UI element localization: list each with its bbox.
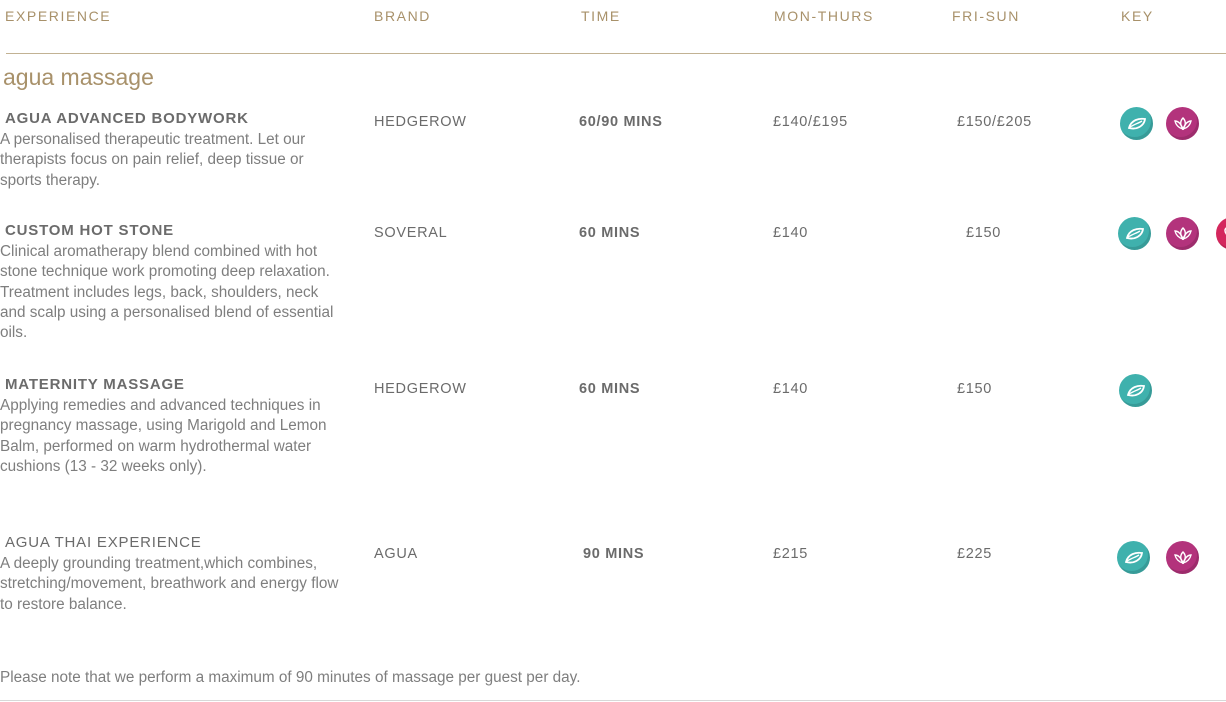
treatment-description: Applying remedies and advanced technique…	[0, 397, 327, 475]
leaf-icon	[1117, 541, 1150, 574]
treatment-title: AGUA ADVANCED BODYWORK	[5, 110, 249, 127]
treatment-brand: SOVERAL	[374, 225, 448, 241]
treatment-time: 60 MINS	[579, 381, 641, 397]
lotus-icon	[1166, 107, 1199, 140]
treatment-description: Clinical aromatherapy blend combined wit…	[0, 243, 334, 342]
treatment-price-mon-thurs: £140	[773, 381, 809, 397]
column-header-mon-thurs: MON-THURS	[774, 8, 874, 24]
treatment-brand: HEDGEROW	[374, 114, 467, 130]
treatment-title: AGUA THAI EXPERIENCE	[5, 534, 202, 551]
treatment-price-mon-thurs: £215	[773, 546, 809, 562]
leaf-icon	[1118, 217, 1151, 250]
treatment-price-fri-sun: £150/£205	[957, 114, 1032, 130]
leaf-icon	[1120, 107, 1153, 140]
footer-divider	[0, 700, 1226, 701]
column-header-experience: EXPERIENCE	[5, 8, 112, 24]
treatment-brand: HEDGEROW	[374, 381, 467, 397]
treatment-description: A deeply grounding treatment,which combi…	[0, 555, 339, 613]
leaf-icon	[1119, 374, 1152, 407]
column-header-key: KEY	[1121, 8, 1154, 24]
section-title: agua massage	[3, 64, 154, 90]
treatment-title: MATERNITY MASSAGE	[5, 376, 185, 393]
lotus-icon	[1166, 217, 1199, 250]
column-header-brand: BRAND	[374, 8, 432, 24]
treatment-title: CUSTOM HOT STONE	[5, 222, 174, 239]
treatment-price-mon-thurs: £140/£195	[773, 114, 848, 130]
treatment-description: A personalised therapeutic treatment. Le…	[0, 131, 306, 189]
lotus-icon	[1166, 541, 1199, 574]
column-header-fri-sun: FRI-SUN	[952, 8, 1020, 24]
treatment-price-fri-sun: £150	[957, 381, 993, 397]
treatment-price-fri-sun: £225	[957, 546, 993, 562]
treatment-time: 90 MINS	[583, 546, 645, 562]
treatment-price-fri-sun: £150	[966, 225, 1002, 241]
treatment-brand: AGUA	[374, 546, 418, 562]
column-header-time: TIME	[581, 8, 621, 24]
treatment-keys	[1118, 217, 1226, 251]
header-divider	[6, 53, 1226, 54]
treatment-time: 60 MINS	[579, 225, 641, 241]
heart-icon	[1216, 217, 1226, 250]
treatment-time: 60/90 MINS	[579, 114, 663, 130]
treatment-price-mon-thurs: £140	[773, 225, 809, 241]
footnote: Please note that we perform a maximum of…	[0, 669, 581, 686]
